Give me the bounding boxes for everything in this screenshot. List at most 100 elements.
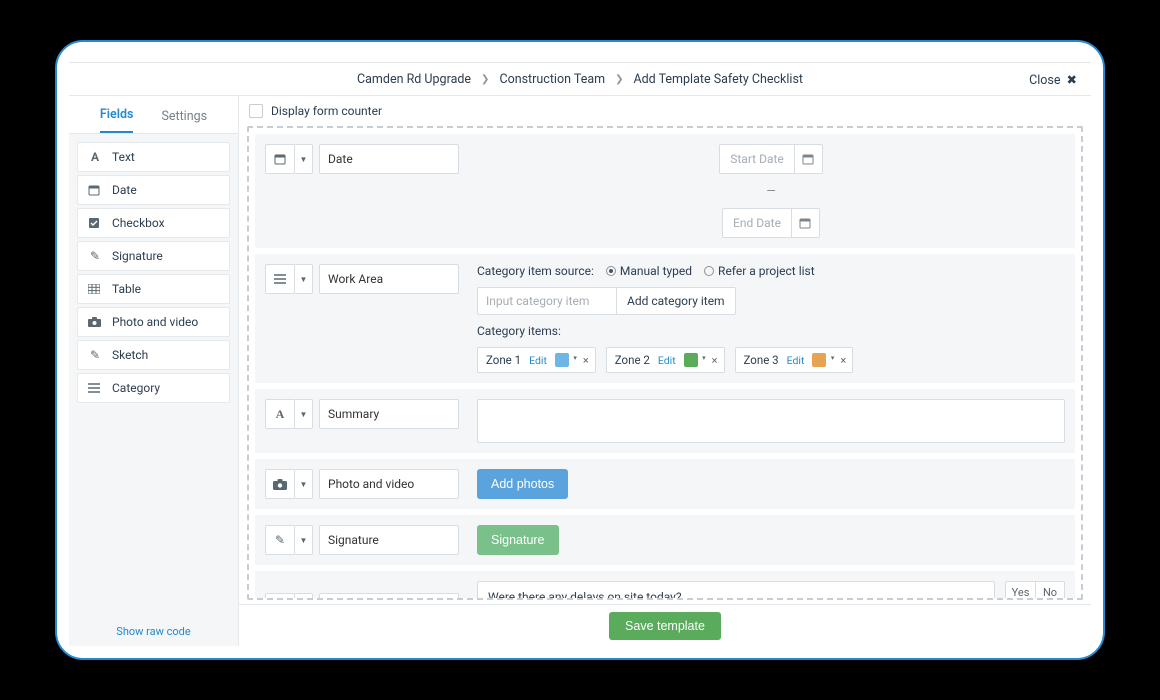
field-type-dropdown[interactable]: ▼ [295,593,313,600]
checkbox-icon [265,593,295,600]
category-items-label: Category items: [477,324,1065,338]
field-type-label: Checkbox [112,216,165,230]
topbar: Camden Rd Upgrade ❯ Construction Team ❯ … [69,62,1091,96]
field-name-input[interactable]: Delays [319,593,459,600]
breadcrumb: Camden Rd Upgrade ❯ Construction Team ❯ … [357,72,803,87]
footer: Save template [239,604,1091,646]
field-type-label: Category [112,381,160,395]
chip-edit-link[interactable]: Edit [658,354,676,367]
field-type-sketch[interactable]: ✎ Sketch [77,340,230,370]
field-type-label: Photo and video [112,315,198,329]
color-swatch[interactable] [812,353,826,367]
field-type-photo[interactable]: Photo and video [77,307,230,337]
list-icon [88,383,102,393]
category-chips: Zone 1 Edit × Zone 2 Edit × [477,347,1065,373]
add-photos-button[interactable]: Add photos [477,469,568,499]
no-button[interactable]: No [1035,581,1065,600]
chip-edit-link[interactable]: Edit [787,354,805,367]
save-template-button[interactable]: Save template [609,612,721,640]
chip-remove-icon[interactable]: × [840,354,846,367]
color-swatch[interactable] [555,353,569,367]
sidebar: Fields Settings A Text Date [69,96,239,646]
close-icon: ✖ [1067,72,1077,88]
chip-remove-icon[interactable]: × [712,354,718,367]
field-type-category[interactable]: Category [77,373,230,403]
start-date-input[interactable]: Start Date [719,144,823,174]
app-inner: Camden Rd Upgrade ❯ Construction Team ❯ … [69,62,1091,646]
field-type-label: Date [112,183,137,197]
radio-manual-typed[interactable]: Manual typed [606,264,692,278]
chip-edit-link[interactable]: Edit [529,354,547,367]
field-type-date[interactable]: Date [77,175,230,205]
radio-icon [606,266,616,276]
signature-button[interactable]: Signature [477,525,559,555]
tab-settings[interactable]: Settings [161,109,207,133]
field-type-dropdown[interactable]: ▼ [295,525,313,555]
display-counter-checkbox[interactable] [249,104,263,118]
start-date-placeholder: Start Date [720,152,794,166]
field-name-input[interactable]: Photo and video [319,469,459,499]
breadcrumb-item[interactable]: Construction Team [499,72,605,87]
show-raw-code-link[interactable]: Show raw code [69,617,238,646]
field-type-checkbox[interactable]: Checkbox [77,208,230,238]
summary-textarea[interactable] [477,399,1065,443]
field-row-delays: ▼ Delays Were there any delays on site t… [255,571,1075,600]
field-row-summary: A ▼ Summary [255,389,1075,453]
field-name-input[interactable]: Date [319,144,459,174]
field-type-dropdown[interactable]: ▼ [295,144,313,174]
field-row-signature: ✎ ▼ Signature Signature [255,515,1075,565]
field-type-dropdown[interactable]: ▼ [295,264,313,294]
end-date-placeholder: End Date [723,216,791,230]
calendar-icon[interactable] [794,145,822,173]
text-icon: A [265,399,295,429]
canvas-header: Display form counter [239,96,1091,126]
field-type-dropdown[interactable]: ▼ [295,469,313,499]
category-source-label: Category item source: [477,264,594,278]
list-icon [265,264,295,294]
field-type-label: Table [112,282,141,296]
end-date-input[interactable]: End Date [722,208,820,238]
chevron-right-icon: ❯ [481,74,489,85]
sidebar-tabs: Fields Settings [69,96,238,134]
calendar-icon [265,144,295,174]
field-type-label: Sketch [112,348,148,362]
chip-label: Zone 1 [486,353,521,367]
yes-button[interactable]: Yes [1005,581,1035,600]
field-type-table[interactable]: Table [77,274,230,304]
field-name-input[interactable]: Signature [319,525,459,555]
add-category-item-button[interactable]: Add category item [617,287,736,315]
category-chip: Zone 1 Edit × [477,347,596,373]
radio-refer-project-list[interactable]: Refer a project list [704,264,815,278]
color-swatch[interactable] [684,353,698,367]
close-label: Close [1029,73,1060,88]
field-type-dropdown[interactable]: ▼ [295,399,313,429]
calendar-icon[interactable] [791,209,819,237]
text-icon: A [88,150,102,164]
chevron-right-icon: ❯ [615,74,623,85]
pencil-icon: ✎ [265,525,295,555]
form-canvas: Display form counter ▼ Date [239,96,1091,646]
camera-icon [265,469,295,499]
chip-remove-icon[interactable]: × [583,354,589,367]
field-name-input[interactable]: Work Area [319,264,459,294]
field-type-signature[interactable]: ✎ Signature [77,241,230,271]
category-item-input[interactable]: Input category item [477,287,617,315]
app-window: Camden Rd Upgrade ❯ Construction Team ❯ … [55,40,1105,660]
body: Fields Settings A Text Date [69,96,1091,646]
breadcrumb-item[interactable]: Camden Rd Upgrade [357,72,471,87]
chip-label: Zone 3 [744,353,779,367]
yes-no-toggle: Yes No [1005,581,1065,600]
field-type-list: A Text Date Checkbox [69,134,238,411]
tab-fields[interactable]: Fields [100,107,134,133]
delays-question-textarea[interactable]: Were there any delays on site today? [477,581,995,600]
field-name-input[interactable]: Summary [319,399,459,429]
field-type-text[interactable]: A Text [77,142,230,172]
close-button[interactable]: Close ✖ [1029,63,1077,97]
camera-icon [88,317,102,327]
table-icon [88,284,102,294]
chip-label: Zone 2 [615,353,650,367]
breadcrumb-item[interactable]: Add Template Safety Checklist [633,72,803,87]
field-type-label: Signature [112,249,163,263]
field-type-label: Text [112,150,135,164]
field-row-workarea: ▼ Work Area Category item source: Manual… [255,254,1075,383]
